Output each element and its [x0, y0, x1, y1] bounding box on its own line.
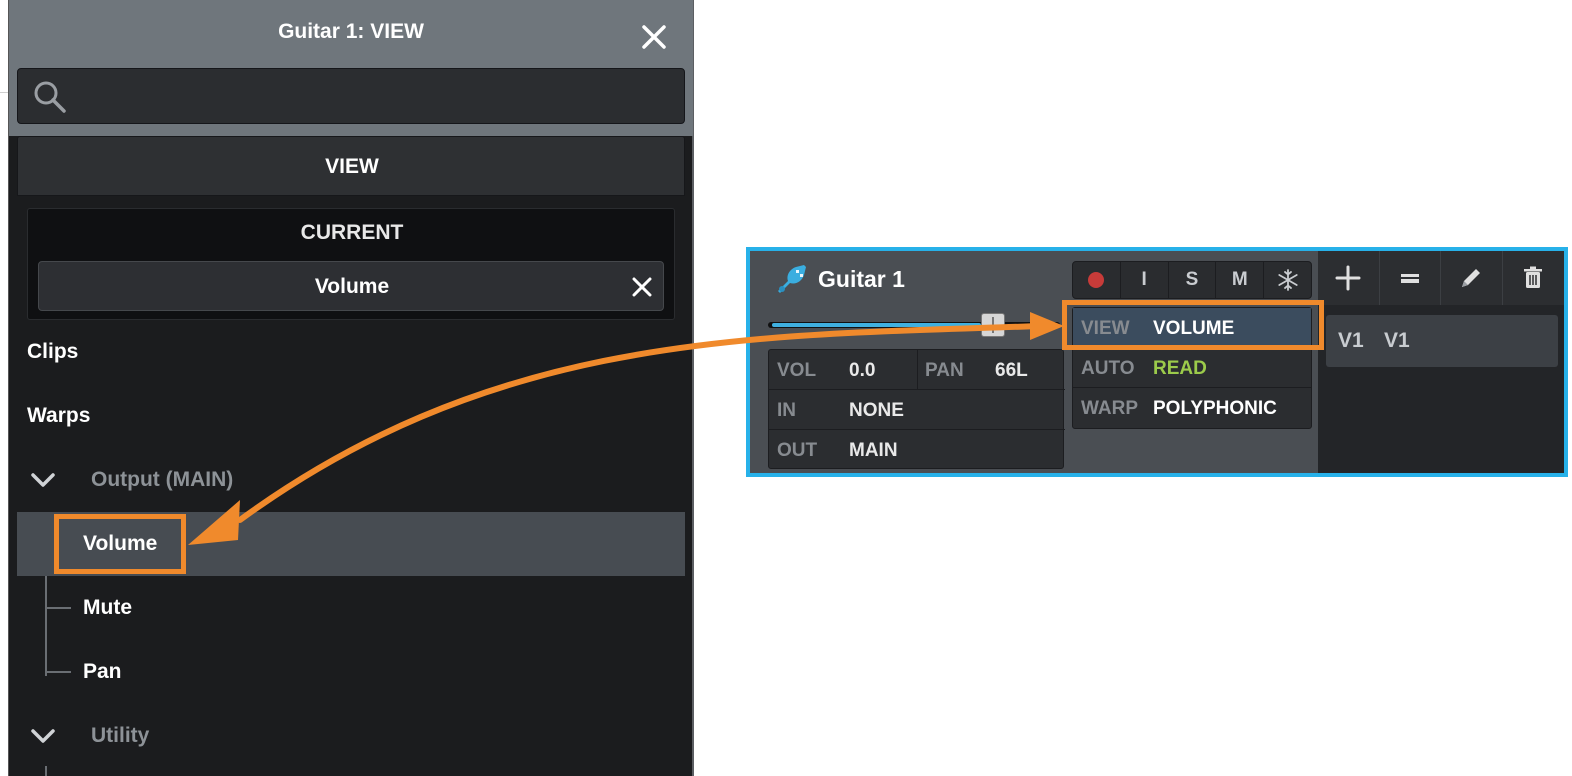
volume-fader[interactable] [768, 313, 1060, 337]
edit-layer-button[interactable] [1441, 251, 1503, 305]
panel-header: Guitar 1: VIEW [9, 0, 693, 136]
out-value[interactable]: MAIN [849, 440, 898, 462]
track-view-settings: VIEW VOLUME AUTO READ WARP POLYPHONIC [1072, 307, 1312, 429]
warp-value[interactable]: POLYPHONIC [1153, 398, 1277, 420]
layer-label: V1 [1384, 329, 1410, 352]
group-utility[interactable]: Utility [17, 704, 685, 768]
auto-value[interactable]: READ [1153, 358, 1207, 380]
vol-pan-row: VOL 0.0 PAN 66L [769, 350, 1065, 390]
track-buttons: I S M [1072, 261, 1312, 299]
pan-value[interactable]: 66L [995, 360, 1028, 382]
tree-connector [45, 671, 71, 673]
group-utility-label: Utility [91, 724, 150, 747]
current-view-chip[interactable]: Volume [38, 261, 664, 311]
plus-icon [1335, 265, 1361, 291]
view-section-header[interactable]: VIEW [17, 136, 685, 196]
add-layer-button[interactable] [1318, 251, 1380, 305]
vol-value[interactable]: 0.0 [849, 360, 875, 382]
current-label: CURRENT [300, 221, 404, 244]
output-row: OUT MAIN [769, 430, 1065, 470]
track-header-guitar-1[interactable]: Guitar 1 I S M VOL 0.0 PAN 66L IN NONE O… [746, 247, 1568, 477]
search-input[interactable] [80, 77, 670, 115]
mute-button[interactable]: M [1216, 262, 1265, 298]
chevron-down-icon [31, 473, 55, 487]
search-box [17, 68, 685, 124]
tree-connector [45, 576, 47, 676]
close-icon [642, 25, 666, 49]
solo-button[interactable]: S [1169, 262, 1217, 298]
view-value[interactable]: VOLUME [1153, 318, 1234, 340]
snowflake-icon [1277, 269, 1298, 291]
screen: Guitar 1: VIEW VIEW CURRENT Volume Clips… [0, 0, 1572, 776]
view-label: VIEW [1081, 318, 1130, 339]
input-row: IN NONE [769, 390, 1065, 430]
track-parameters: VOL 0.0 PAN 66L IN NONE OUT MAIN [768, 349, 1065, 470]
out-label: OUT [777, 440, 818, 461]
layer-toolbar [1318, 251, 1564, 305]
view-row[interactable]: VIEW VOLUME [1073, 308, 1311, 348]
tree-connector [45, 766, 47, 776]
group-output-label: Output (MAIN) [91, 468, 234, 491]
current-view-value: Volume [314, 275, 390, 298]
input-monitor-button[interactable]: I [1121, 262, 1169, 298]
vol-label: VOL [777, 360, 817, 381]
close-button[interactable] [637, 20, 671, 54]
freeze-button[interactable] [1264, 262, 1311, 298]
current-view-box: CURRENT Volume [27, 208, 675, 320]
layer-label: V1 [1338, 329, 1364, 352]
track-name[interactable]: Guitar 1 [818, 266, 905, 293]
in-value[interactable]: NONE [849, 400, 904, 422]
collapse-layer-button[interactable] [1379, 251, 1441, 305]
search-icon [34, 81, 66, 113]
auto-row[interactable]: AUTO READ [1073, 348, 1311, 388]
delete-layer-button[interactable] [1502, 251, 1564, 305]
chevron-down-icon [31, 729, 55, 743]
record-arm-button[interactable] [1073, 262, 1121, 298]
pencil-icon [1462, 269, 1481, 287]
panel-title: Guitar 1: VIEW [278, 20, 424, 43]
volume-fader-thumb[interactable] [981, 313, 1005, 337]
trash-icon [1524, 266, 1543, 288]
warp-label: WARP [1081, 398, 1138, 419]
layer-chip[interactable]: V1 V1 [1326, 315, 1558, 367]
auto-label: AUTO [1081, 358, 1135, 379]
group-output-main[interactable]: Output (MAIN) [17, 448, 685, 512]
warp-row[interactable]: WARP POLYPHONIC [1073, 388, 1311, 428]
minus-icon [1400, 274, 1419, 283]
list-item-pan[interactable]: Pan [83, 660, 122, 684]
track-controls: Guitar 1 I S M VOL 0.0 PAN 66L IN NONE O… [750, 251, 1318, 473]
background-window-edge [0, 0, 8, 776]
remove-current-view-icon[interactable] [629, 274, 655, 300]
guitar-icon [778, 265, 806, 293]
volume-fader-fill [772, 323, 981, 327]
layer-panel: V1 V1 [1318, 251, 1564, 473]
list-item-clips[interactable]: Clips [27, 340, 78, 364]
in-label: IN [777, 400, 796, 421]
view-section-label: VIEW [325, 155, 379, 178]
tree-connector [45, 607, 71, 609]
pan-label: PAN [925, 360, 964, 381]
record-icon [1088, 272, 1105, 288]
view-picker-panel: Guitar 1: VIEW VIEW CURRENT Volume Clips… [8, 0, 694, 776]
list-item-mute[interactable]: Mute [83, 596, 132, 620]
list-item-volume[interactable]: Volume [83, 532, 157, 556]
list-item-warps[interactable]: Warps [27, 404, 90, 428]
